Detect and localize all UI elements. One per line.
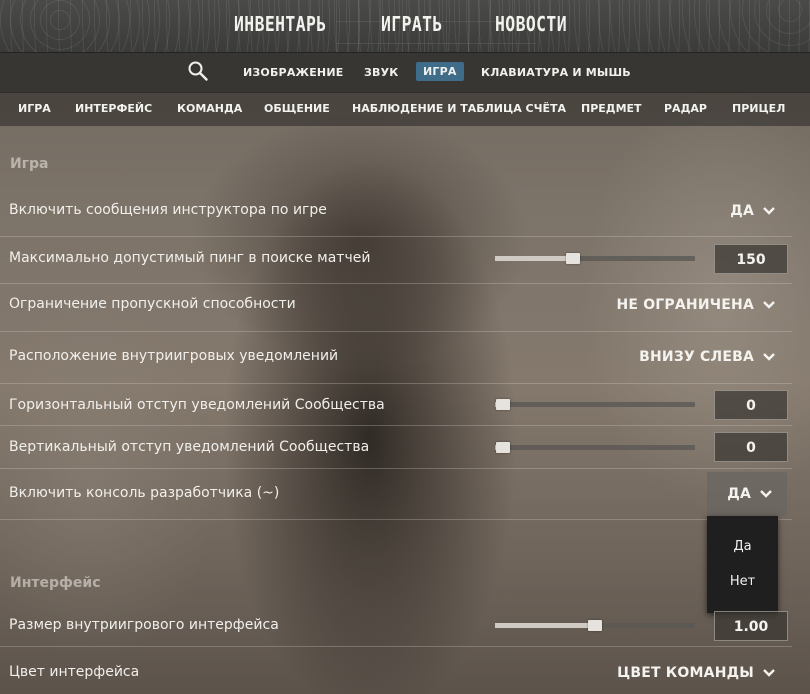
slider-thumb[interactable]: [566, 253, 580, 264]
setting-label: Расположение внутриигровых уведомлений: [9, 348, 339, 364]
section-title-interface: Интерфейс: [10, 575, 101, 591]
section-title-game: Игра: [10, 156, 49, 172]
setting-label: Ограничение пропускной способности: [9, 296, 296, 312]
setting-label: Размер внутриигрового интерфейса: [9, 617, 279, 633]
settings-tab-game[interactable]: ИГРА: [416, 62, 464, 81]
slider-thumb[interactable]: [496, 399, 510, 410]
dropdown-current[interactable]: ДА: [727, 486, 773, 502]
setting-row-hud-color: Цвет интерфейса ЦВЕТ КОМАНДЫ: [0, 646, 792, 694]
vertical-offset-input[interactable]: 0: [714, 432, 788, 462]
dropdown-value: ДА: [730, 203, 754, 219]
vertical-offset-slider[interactable]: [495, 442, 695, 453]
dropdown-value: ДА: [727, 486, 751, 502]
hud-scale-input[interactable]: 1.00: [714, 611, 788, 641]
setting-label: Максимально допустимый пинг в поиске мат…: [9, 250, 371, 266]
settings-tab-video[interactable]: ИЗОБРАЖЕНИЕ: [243, 66, 343, 79]
chevron-down-icon: [763, 301, 775, 309]
max-ping-slider[interactable]: [495, 253, 695, 264]
setting-row-vertical-offset: Вертикальный отступ уведомлений Сообщест…: [0, 425, 792, 469]
horizontal-offset-slider[interactable]: [495, 399, 695, 410]
settings-tab-keyboard-mouse[interactable]: КЛАВИАТУРА И МЫШЬ: [481, 66, 631, 79]
slider-fill: [495, 623, 595, 628]
nav-play[interactable]: ИГРАТЬ: [381, 12, 443, 36]
notification-position-dropdown[interactable]: ВНИЗУ СЛЕВА: [639, 349, 776, 365]
setting-row-notification-position: Расположение внутриигровых уведомлений В…: [0, 331, 792, 384]
setting-row-horizontal-offset: Горизонтальный отступ уведомлений Сообще…: [0, 383, 792, 426]
setting-label: Цвет интерфейса: [9, 664, 140, 680]
settings-tab-audio[interactable]: ЗВУК: [364, 66, 398, 79]
tab-communication[interactable]: ОБЩЕНИЕ: [264, 102, 330, 115]
instructor-messages-dropdown[interactable]: ДА: [730, 203, 776, 219]
max-ping-input[interactable]: 150: [714, 244, 788, 274]
bandwidth-dropdown[interactable]: НЕ ОГРАНИЧЕНА: [616, 297, 776, 313]
developer-console-dropdown[interactable]: ДА: [707, 472, 787, 516]
setting-label: Включить сообщения инструктора по игре: [9, 202, 327, 218]
horizontal-offset-input[interactable]: 0: [714, 390, 788, 420]
hud-scale-slider[interactable]: [495, 620, 695, 631]
setting-row-instructor-messages: Включить сообщения инструктора по игре Д…: [0, 188, 792, 237]
chevron-down-icon: [763, 669, 775, 677]
tab-interface[interactable]: ИНТЕРФЕЙС: [75, 102, 152, 115]
game-subtabs: ИГРА ИНТЕРФЕЙС КОМАНДА ОБЩЕНИЕ НАБЛЮДЕНИ…: [0, 92, 810, 126]
slider-fill: [495, 256, 573, 261]
slider-thumb[interactable]: [588, 620, 602, 631]
setting-row-developer-console: Включить консоль разработчика (~): [0, 468, 792, 520]
tab-item[interactable]: ПРЕДМЕТ: [581, 102, 642, 115]
chevron-down-icon: [760, 490, 772, 498]
dropdown-value: НЕ ОГРАНИЧЕНА: [616, 297, 754, 313]
dropdown-value: ВНИЗУ СЛЕВА: [639, 349, 754, 365]
slider-thumb[interactable]: [496, 442, 510, 453]
chevron-down-icon: [763, 353, 775, 361]
tab-spectator-scoreboard[interactable]: НАБЛЮДЕНИЕ И ТАБЛИЦА СЧЁТА: [352, 102, 566, 115]
setting-row-max-ping: Максимально допустимый пинг в поиске мат…: [0, 236, 792, 284]
hud-color-dropdown[interactable]: ЦВЕТ КОМАНДЫ: [617, 665, 776, 681]
search-icon[interactable]: [187, 60, 209, 82]
top-bar: ИНВЕНТАРЬ ИГРАТЬ НОВОСТИ: [0, 0, 810, 52]
nav-news[interactable]: НОВОСТИ: [495, 12, 567, 36]
settings-nav: ИЗОБРАЖЕНИЕ ЗВУК ИГРА КЛАВИАТУРА И МЫШЬ: [0, 52, 810, 93]
chevron-down-icon: [763, 207, 775, 215]
tab-team[interactable]: КОМАНДА: [177, 102, 242, 115]
setting-row-hud-scale: Размер внутриигрового интерфейса 1.00: [0, 604, 792, 647]
nav-inventory[interactable]: ИНВЕНТАРЬ: [234, 12, 327, 36]
option-no[interactable]: Нет: [707, 574, 778, 589]
setting-row-bandwidth: Ограничение пропускной способности НЕ ОГ…: [0, 283, 792, 332]
setting-label: Включить консоль разработчика (~): [9, 485, 280, 501]
setting-label: Горизонтальный отступ уведомлений Сообще…: [9, 397, 385, 413]
dropdown-value: ЦВЕТ КОМАНДЫ: [617, 665, 754, 681]
tab-crosshair[interactable]: ПРИЦЕЛ: [732, 102, 785, 115]
option-yes[interactable]: Да: [707, 539, 778, 554]
setting-label: Вертикальный отступ уведомлений Сообщест…: [9, 439, 370, 455]
tab-game[interactable]: ИГРА: [18, 102, 51, 115]
developer-console-options-menu: Да Нет: [707, 516, 778, 613]
tab-radar[interactable]: РАДАР: [664, 102, 707, 115]
